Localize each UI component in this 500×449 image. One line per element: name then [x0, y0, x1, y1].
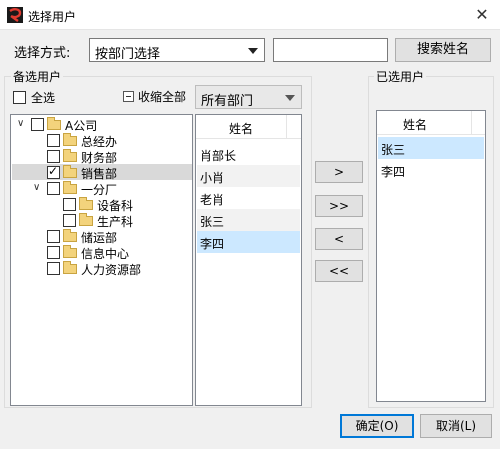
tree-node-logistics[interactable]: 储运部: [11, 228, 192, 245]
column-divider: [471, 111, 472, 135]
select-mode-value: 按部门选择: [95, 47, 161, 62]
expand-toggle-icon[interactable]: ∨: [17, 119, 27, 129]
tree-checkbox[interactable]: [63, 198, 76, 211]
tree-checkbox[interactable]: [47, 230, 60, 243]
selected-users-list: 姓名 张三 李四: [376, 110, 486, 402]
department-tree: ∨ A公司 总经办 财务部 销售部 ∨ 一分厂 设备科 生产科 储运部: [10, 114, 193, 406]
list-item[interactable]: 张三: [378, 137, 484, 159]
chevron-down-icon: [248, 48, 258, 54]
tree-checkbox[interactable]: [47, 262, 60, 275]
tree-node-general-office[interactable]: 总经办: [11, 132, 192, 149]
app-logo-icon: [7, 7, 23, 23]
list-header: 姓名: [196, 115, 301, 139]
select-mode-label: 选择方式:: [14, 46, 71, 61]
search-name-input[interactable]: [273, 38, 388, 62]
tree-node-equipment[interactable]: 设备科: [11, 196, 192, 213]
collapse-all-label[interactable]: 收缩全部: [138, 88, 186, 105]
tree-checkbox[interactable]: [47, 182, 60, 195]
tree-checkbox[interactable]: [31, 118, 44, 131]
column-divider: [286, 115, 287, 139]
department-filter-value: 所有部门: [201, 94, 254, 109]
list-header: 姓名: [377, 111, 485, 135]
tree-node-it-center[interactable]: 信息中心: [11, 244, 192, 261]
user-name: 小肖: [200, 171, 225, 185]
candidates-group-title: 备选用户: [11, 68, 64, 85]
ok-button[interactable]: 确定(O): [340, 414, 414, 438]
folder-icon: [47, 117, 61, 130]
tree-checkbox[interactable]: [47, 164, 60, 179]
add-user-button[interactable]: >: [315, 161, 363, 183]
folder-icon: [63, 229, 77, 242]
search-name-button[interactable]: 搜索姓名: [395, 38, 491, 62]
tree-node-a-company[interactable]: ∨ A公司: [11, 116, 192, 133]
chevron-down-icon: [285, 95, 295, 101]
cancel-button[interactable]: 取消(L): [420, 414, 492, 438]
tree-node-label: 人力资源部: [81, 263, 142, 277]
folder-icon: [63, 149, 77, 162]
list-item[interactable]: 肖部长: [197, 143, 300, 165]
remove-all-users-button[interactable]: <<: [315, 260, 363, 282]
name-column-header[interactable]: 姓名: [196, 120, 286, 137]
user-name: 张三: [381, 143, 406, 157]
user-name: 肖部长: [200, 149, 237, 163]
tree-checkbox[interactable]: [47, 150, 60, 163]
folder-icon: [79, 213, 93, 226]
collapse-all-icon[interactable]: [123, 91, 134, 102]
add-all-users-button[interactable]: >>: [315, 195, 363, 217]
tree-checkbox[interactable]: [63, 214, 76, 227]
candidate-users-list: 姓名 肖部长 小肖 老肖 张三 李四: [195, 114, 302, 406]
expand-toggle-icon[interactable]: ∨: [33, 183, 43, 193]
tree-node-finance[interactable]: 财务部: [11, 148, 192, 165]
folder-icon: [79, 197, 93, 210]
folder-icon: [63, 261, 77, 274]
list-item[interactable]: 李四: [197, 231, 300, 253]
tree-node-branch-factory[interactable]: ∨ 一分厂: [11, 180, 192, 197]
window-title: 选择用户: [28, 10, 77, 24]
tree-checkbox[interactable]: [47, 134, 60, 147]
select-all-checkbox[interactable]: [13, 91, 26, 104]
folder-icon: [63, 133, 77, 146]
user-name: 张三: [200, 215, 225, 229]
close-icon[interactable]: ✕: [464, 0, 500, 30]
folder-icon: [63, 245, 77, 258]
list-item[interactable]: 张三: [197, 209, 300, 231]
folder-icon: [63, 181, 77, 194]
user-name: 老肖: [200, 193, 225, 207]
department-filter-dropdown[interactable]: 所有部门: [195, 85, 302, 109]
list-item[interactable]: 李四: [378, 159, 484, 181]
list-item[interactable]: 老肖: [197, 187, 300, 209]
tree-node-sales[interactable]: 销售部: [12, 164, 192, 181]
remove-user-button[interactable]: <: [315, 228, 363, 250]
tree-checkbox[interactable]: [47, 246, 60, 259]
user-name: 李四: [381, 165, 406, 179]
tree-node-hr[interactable]: 人力资源部: [11, 260, 192, 277]
select-mode-dropdown[interactable]: 按部门选择: [89, 38, 265, 62]
name-column-header[interactable]: 姓名: [377, 116, 453, 133]
title-bar: 选择用户 ✕: [0, 0, 500, 30]
list-item[interactable]: 小肖: [197, 165, 300, 187]
selected-users-group-title: 已选用户: [374, 68, 427, 85]
folder-icon: [63, 165, 77, 178]
tree-node-production[interactable]: 生产科: [11, 212, 192, 229]
user-name: 李四: [200, 237, 225, 251]
select-all-label: 全选: [31, 91, 56, 105]
